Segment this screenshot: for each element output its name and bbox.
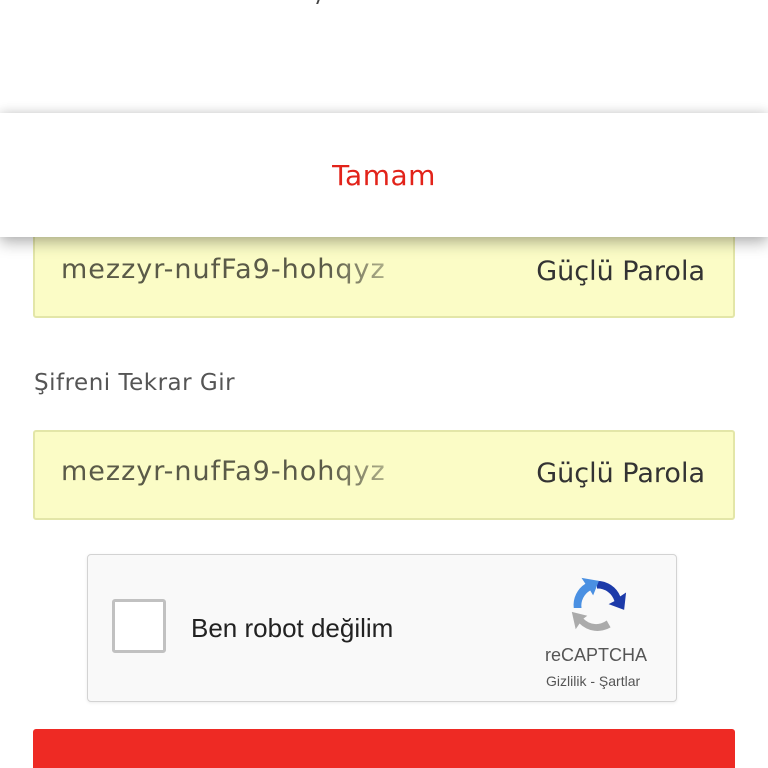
confirm-password-field[interactable]: mezzyr-nufFa9-hohqyz Güçlü Parola	[33, 430, 735, 520]
recaptcha-checkbox[interactable]	[112, 599, 166, 653]
confirm-password-strength-label: Güçlü Parola	[536, 458, 705, 489]
confirmation-sheet: Tamam	[0, 113, 768, 237]
background-header	[0, 0, 768, 110]
password-value: mezzyr-nufFa9-hohqyz	[61, 254, 386, 285]
recaptcha-link-separator: -	[586, 673, 599, 689]
recaptcha-links: Gizlilik - Şartlar	[546, 673, 640, 689]
recaptcha-terms-link[interactable]: Şartlar	[599, 673, 640, 689]
password-field[interactable]: mezzyr-nufFa9-hohqyz Güçlü Parola	[33, 228, 735, 318]
recaptcha-checkbox-label: Ben robot değilim	[191, 613, 394, 643]
submit-button[interactable]	[33, 729, 735, 768]
password-strength-label: Güçlü Parola	[536, 256, 705, 287]
confirm-password-label: Şifreni Tekrar Gir	[34, 370, 236, 396]
recaptcha-logo-icon	[571, 577, 627, 631]
recaptcha-privacy-link[interactable]: Gizlilik	[546, 673, 586, 689]
recaptcha-widget: Ben robot değilim reCAPTCHA Gizlilik - Ş…	[87, 554, 677, 702]
ok-button[interactable]: Tamam	[302, 149, 466, 202]
confirm-password-value: mezzyr-nufFa9-hohqyz	[61, 456, 386, 487]
recaptcha-brand: reCAPTCHA	[545, 645, 648, 665]
cut-off-text	[316, 0, 330, 4]
signup-page: mezzyr-nufFa9-hohqyz Güçlü Parola Şifren…	[0, 0, 768, 768]
